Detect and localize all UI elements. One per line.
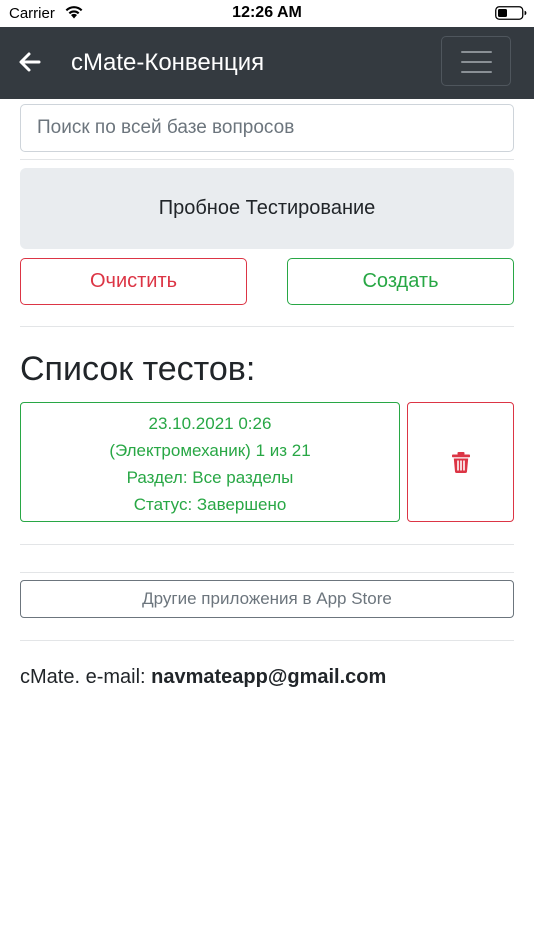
divider	[20, 572, 514, 573]
navbar: cMate-Конвенция	[0, 27, 534, 99]
test-progress: (Электромеханик) 1 из 21	[109, 441, 311, 460]
divider	[20, 640, 514, 641]
back-arrow-icon[interactable]	[18, 51, 42, 73]
divider	[20, 159, 514, 160]
tests-list-heading: Список тестов:	[20, 350, 256, 388]
battery-icon	[495, 6, 527, 20]
status-bar: Carrier 12:26 AM	[0, 0, 534, 27]
footer-contact: cMate. e-mail: navmateapp@gmail.com	[20, 666, 386, 689]
create-button[interactable]: Создать	[287, 258, 514, 305]
create-button-label: Создать	[362, 270, 439, 292]
footer-prefix: cMate. e-mail:	[20, 666, 152, 688]
search-input[interactable]	[20, 104, 514, 152]
trash-icon	[452, 452, 470, 473]
clear-button-label: Очистить	[89, 270, 178, 292]
divider	[20, 544, 514, 545]
test-item-card[interactable]: 23.10.2021 0:26 (Электромеханик) 1 из 21…	[20, 402, 400, 522]
other-apps-label: Другие приложения в App Store	[142, 589, 392, 608]
other-apps-button[interactable]: Другие приложения в App Store	[20, 580, 514, 618]
clear-button[interactable]: Очистить	[20, 258, 247, 305]
email-link[interactable]: navmateapp@gmail.com	[151, 666, 386, 688]
page-title: cMate-Конвенция	[71, 49, 265, 76]
test-section: Раздел: Все разделы	[126, 468, 294, 487]
menu-toggle-button[interactable]	[441, 36, 511, 86]
trial-test-button[interactable]: Пробное Тестирование	[20, 168, 514, 249]
trial-test-label: Пробное Тестирование	[158, 197, 376, 219]
test-date: 23.10.2021 0:26	[148, 414, 272, 433]
divider	[20, 326, 514, 327]
clock: 12:26 AM	[232, 4, 302, 21]
test-status: Статус: Завершено	[133, 495, 287, 514]
delete-test-button[interactable]	[407, 402, 514, 522]
